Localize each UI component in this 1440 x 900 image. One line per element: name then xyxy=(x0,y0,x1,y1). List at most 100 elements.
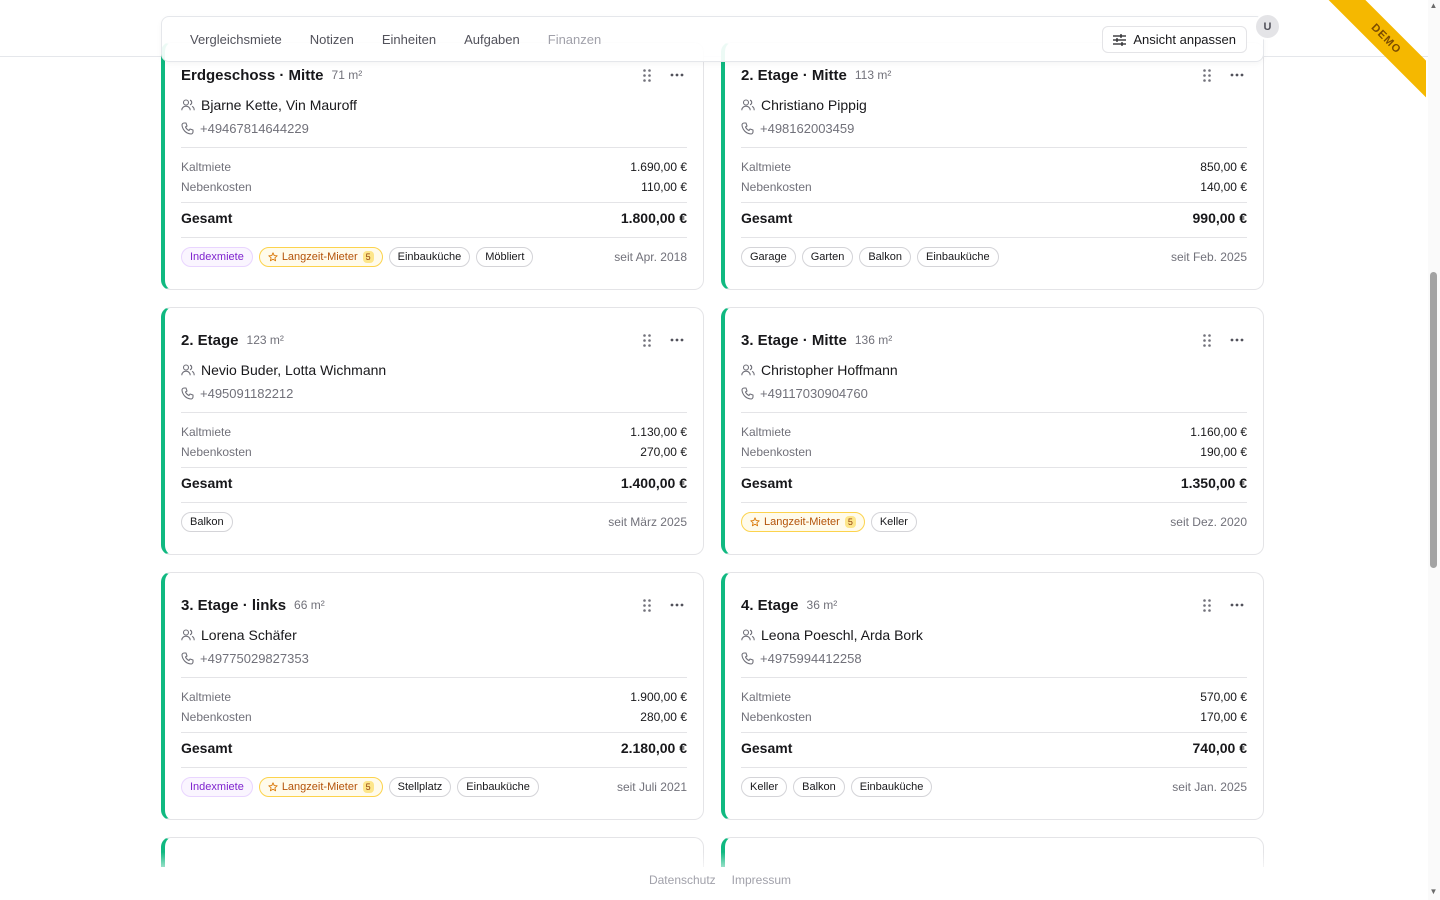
phone-row: +49117030904760 xyxy=(741,386,868,401)
feature-tag[interactable]: Langzeit-Mieter 5 xyxy=(258,777,383,797)
feature-tag[interactable]: Einbauküche xyxy=(457,777,539,797)
feature-tag[interactable]: Balkon xyxy=(181,512,233,532)
unit-card[interactable]: 3. Etage · Mitte 136 m² Christopher Hoffma… xyxy=(721,307,1264,555)
divider xyxy=(741,677,1247,678)
unit-card[interactable]: 3. Etage · links 66 m² Lorena Schäfer +4977… xyxy=(161,572,704,820)
more-options-button[interactable] xyxy=(667,330,687,350)
nebenkosten-label: Nebenkosten xyxy=(181,180,252,194)
privacy-link[interactable]: Datenschutz xyxy=(649,873,716,887)
drag-handle-icon xyxy=(1203,68,1211,82)
unit-card[interactable]: 4. Etage 36 m² Leona Poeschl, Arda Bork +49… xyxy=(721,572,1264,820)
more-options-button[interactable] xyxy=(1227,595,1247,615)
feature-tag[interactable]: Langzeit-Mieter 5 xyxy=(258,247,383,267)
tenant-row: Christopher Hoffmann xyxy=(741,362,898,378)
users-icon xyxy=(741,364,755,376)
tag-label: Indexmiete xyxy=(190,781,244,793)
divider xyxy=(741,202,1247,203)
tag-list: Balkon xyxy=(181,512,239,532)
more-horizontal-icon xyxy=(670,73,684,77)
unit-area: 113 m² xyxy=(854,68,892,82)
tenant-names: Nevio Buder, Lotta Wichmann xyxy=(201,362,387,378)
gesamt-label: Gesamt xyxy=(181,740,233,756)
tab-vergleichsmiete[interactable]: Vergleichsmiete xyxy=(190,32,282,47)
scroll-down-arrow-icon[interactable]: ▼ xyxy=(1429,888,1438,896)
drag-handle[interactable] xyxy=(637,595,657,615)
feature-tag[interactable]: Garage xyxy=(741,247,796,267)
more-options-button[interactable] xyxy=(667,65,687,85)
phone-number[interactable]: +498162003459 xyxy=(760,121,854,136)
unit-title: 3. Etage · Mitte xyxy=(741,331,847,349)
feature-tag[interactable]: Keller xyxy=(870,512,917,532)
phone-number[interactable]: +4975994412258 xyxy=(760,651,862,666)
divider xyxy=(741,502,1247,503)
phone-icon xyxy=(741,122,754,135)
drag-handle[interactable] xyxy=(1197,65,1217,85)
tag-label: Langzeit-Mieter xyxy=(281,781,358,793)
nebenkosten-value: 170,00 € xyxy=(1200,710,1247,724)
feature-tag[interactable]: Möbliert xyxy=(476,247,534,267)
kaltmiete-value: 1.160,00 € xyxy=(1190,425,1247,439)
tab-aufgaben[interactable]: Aufgaben xyxy=(464,32,520,47)
gesamt-value: 1.350,00 € xyxy=(1180,475,1247,491)
unit-card[interactable]: 2. Etage 123 m² Nevio Buder, Lotta Wichman… xyxy=(161,307,704,555)
more-options-button[interactable] xyxy=(1227,65,1247,85)
drag-handle[interactable] xyxy=(637,330,657,350)
more-horizontal-icon xyxy=(1230,73,1244,77)
unit-card[interactable]: 2. Etage · Mitte 113 m² Christiano Pippig +… xyxy=(721,42,1264,290)
tab-notizen[interactable]: Notizen xyxy=(310,32,354,47)
section-nav-toolbar: Vergleichsmiete Notizen Einheiten Aufgab… xyxy=(161,16,1264,62)
card-actions xyxy=(1197,595,1247,615)
drag-handle[interactable] xyxy=(1197,595,1217,615)
phone-number[interactable]: +49117030904760 xyxy=(760,386,868,401)
scroll-up-arrow-icon[interactable]: ▲ xyxy=(1429,2,1438,10)
scrollbar[interactable]: ▲ ▼ xyxy=(1428,0,1440,900)
card-actions xyxy=(1197,330,1247,350)
tag-label: Indexmiete xyxy=(190,251,244,263)
feature-tag[interactable]: Einbauküche xyxy=(916,247,999,267)
feature-tag[interactable]: Indexmiete xyxy=(181,247,253,267)
gesamt-row: Gesamt 740,00 € xyxy=(741,740,1247,756)
unit-card[interactable]: Erdgeschoss · Mitte 71 m² Bjarne Kette, Vi… xyxy=(161,42,704,290)
card-header: 2. Etage 123 m² xyxy=(181,328,687,352)
gesamt-row: Gesamt 990,00 € xyxy=(741,210,1247,226)
gesamt-value: 1.400,00 € xyxy=(620,475,687,491)
phone-row: +4975994412258 xyxy=(741,651,862,666)
phone-number[interactable]: +49467814644229 xyxy=(200,121,309,136)
phone-number[interactable]: +495091182212 xyxy=(200,386,293,401)
gesamt-label: Gesamt xyxy=(741,210,793,226)
drag-handle-icon xyxy=(643,598,651,612)
gesamt-value: 2.180,00 € xyxy=(620,740,687,756)
feature-tag[interactable]: Balkon xyxy=(793,777,845,797)
tag-label: Einbauküche xyxy=(397,251,462,263)
more-options-button[interactable] xyxy=(667,595,687,615)
scrollbar-thumb[interactable] xyxy=(1430,272,1437,568)
user-avatar[interactable]: U xyxy=(1254,13,1281,40)
feature-tag[interactable]: Langzeit-Mieter 5 xyxy=(741,512,865,532)
divider xyxy=(181,412,687,413)
sliders-icon xyxy=(1113,33,1127,46)
drag-handle[interactable] xyxy=(1197,330,1217,350)
more-options-button[interactable] xyxy=(1227,330,1247,350)
imprint-link[interactable]: Impressum xyxy=(732,873,791,887)
feature-tag[interactable]: Einbauküche xyxy=(388,247,471,267)
phone-row: +498162003459 xyxy=(741,121,854,136)
tab-finanzen[interactable]: Finanzen xyxy=(548,32,601,47)
tag-label: Balkon xyxy=(802,781,836,793)
feature-tag[interactable]: Einbauküche xyxy=(850,777,933,797)
feature-tag[interactable]: Garten xyxy=(801,247,854,267)
feature-tag[interactable]: Keller xyxy=(741,777,788,797)
feature-tag[interactable]: Indexmiete xyxy=(181,777,253,797)
phone-row: +495091182212 xyxy=(181,386,293,401)
nebenkosten-row: Nebenkosten 140,00 € xyxy=(741,180,1247,194)
drag-handle[interactable] xyxy=(637,65,657,85)
feature-tag[interactable]: Stellplatz xyxy=(388,777,452,797)
customize-view-button[interactable]: Ansicht anpassen xyxy=(1102,26,1247,53)
tenancy-since: seit Jan. 2025 xyxy=(1172,780,1247,794)
phone-number[interactable]: +49775029827353 xyxy=(200,651,309,666)
phone-row: +49467814644229 xyxy=(181,121,309,136)
kaltmiete-value: 850,00 € xyxy=(1200,160,1247,174)
tab-einheiten[interactable]: Einheiten xyxy=(382,32,436,47)
tenant-row: Christiano Pippig xyxy=(741,97,867,113)
feature-tag[interactable]: Balkon xyxy=(859,247,911,267)
tag-count: 5 xyxy=(362,251,374,263)
